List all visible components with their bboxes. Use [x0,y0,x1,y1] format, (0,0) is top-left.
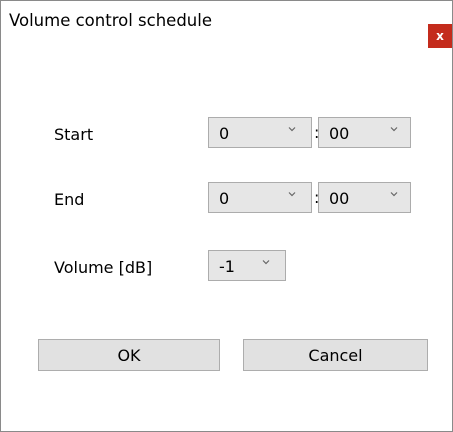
window-title: Volume control schedule [9,11,212,30]
cancel-button[interactable]: Cancel [243,339,428,371]
start-label: Start [54,125,94,144]
cancel-button-label: Cancel [308,345,363,365]
start-minute-value: 00 [329,124,350,143]
chevron-down-icon [287,189,297,199]
chevron-down-icon [261,257,271,267]
volume-value: -1 [219,257,235,276]
chevron-down-icon [389,189,399,199]
end-minute-value: 00 [329,189,350,208]
chevron-down-icon [287,124,297,134]
dialog-window: Volume control schedule x Start 0 : 00 E… [0,0,453,432]
close-icon: x [436,29,444,43]
ok-button[interactable]: OK [38,339,220,371]
close-button[interactable]: x [428,24,452,48]
end-hour-dropdown[interactable]: 0 [208,182,312,213]
volume-label: Volume [dB] [54,258,153,277]
start-hour-dropdown[interactable]: 0 [208,117,312,148]
end-minute-dropdown[interactable]: 00 [318,182,411,213]
volume-dropdown[interactable]: -1 [208,250,286,281]
end-hour-value: 0 [219,189,230,208]
title-bar[interactable]: Volume control schedule [1,1,452,45]
end-label: End [54,190,85,209]
start-hour-value: 0 [219,124,230,143]
chevron-down-icon [389,124,399,134]
ok-button-label: OK [117,345,141,365]
start-minute-dropdown[interactable]: 00 [318,117,411,148]
